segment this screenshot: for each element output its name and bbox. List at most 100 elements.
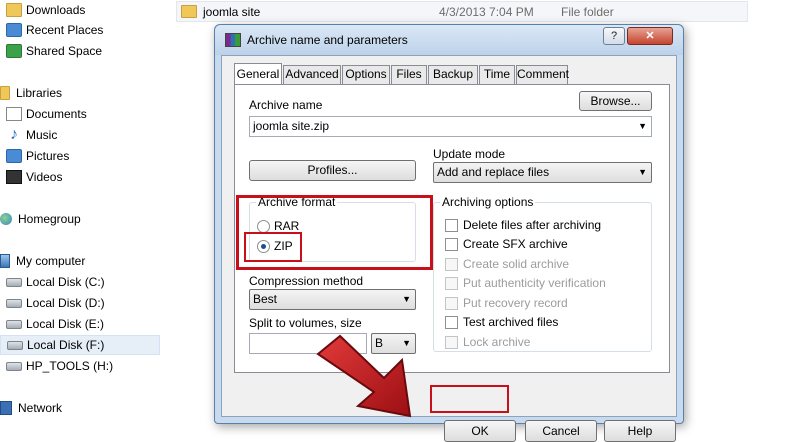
tab-time[interactable]: Time — [479, 65, 515, 84]
nav-item-local-disk-e[interactable]: Local Disk (E:) — [0, 314, 160, 334]
nav-item-label: Local Disk (E:) — [26, 317, 105, 331]
create-solid-label: Create solid archive — [463, 257, 570, 271]
lock-archive-label: Lock archive — [463, 335, 531, 349]
file-date: 4/3/2013 7:04 PM — [439, 4, 534, 19]
tab-backup[interactable]: Backup — [428, 65, 478, 84]
pointer-arrow-icon — [316, 334, 412, 418]
drive-icon — [6, 298, 22, 308]
downloads-folder-icon — [6, 3, 22, 17]
archive-name-value: joomla site.zip — [253, 119, 330, 133]
nav-item-recent-places[interactable]: Recent Places — [0, 20, 160, 40]
nav-item-label: Music — [26, 128, 58, 142]
folder-icon — [181, 5, 197, 18]
tab-advanced[interactable]: Advanced — [283, 65, 341, 84]
nav-item-label: Downloads — [26, 3, 86, 17]
split-volumes-label: Split to volumes, size — [249, 316, 362, 330]
create-solid-checkbox — [445, 258, 458, 271]
dialog-title: Archive name and parameters — [247, 33, 408, 47]
nav-item-label: Local Disk (D:) — [26, 296, 105, 310]
delete-files-label[interactable]: Delete files after archiving — [463, 218, 601, 232]
nav-item-local-disk-d[interactable]: Local Disk (D:) — [0, 293, 160, 313]
ok-highlight — [430, 385, 509, 413]
recovery-record-label: Put recovery record — [463, 296, 568, 310]
zip-highlight — [244, 232, 302, 262]
chevron-down-icon: ▼ — [638, 167, 647, 177]
nav-item-label: Recent Places — [26, 23, 104, 37]
drive-icon — [6, 319, 22, 329]
help-button[interactable]: Help — [604, 420, 676, 442]
nav-item-homegroup[interactable]: Homegroup — [0, 209, 160, 229]
nav-item-label: Local Disk (F:) — [27, 338, 105, 352]
file-name: joomla site — [203, 4, 261, 19]
pictures-icon — [6, 149, 22, 163]
dialog-titlebar[interactable]: Archive name and parameters ? ✕ — [215, 25, 683, 55]
nav-item-label: Local Disk (C:) — [26, 275, 105, 289]
archive-name-combo[interactable]: joomla site.zip ▼ — [249, 116, 652, 137]
nav-item-libraries[interactable]: Libraries — [0, 83, 160, 103]
shared-space-icon — [6, 44, 22, 58]
tab-comment[interactable]: Comment — [516, 65, 569, 84]
tab-general[interactable]: General — [234, 63, 282, 84]
nav-item-label: Libraries — [16, 86, 63, 100]
nav-item-label: HP_TOOLS (H:) — [26, 359, 114, 373]
compression-method-value: Best — [253, 292, 278, 306]
chevron-down-icon[interactable]: ▼ — [638, 117, 647, 136]
authenticity-label: Put authenticity verification — [463, 276, 606, 290]
compression-method-label: Compression method — [249, 274, 364, 288]
music-icon: ♪ — [10, 126, 18, 143]
update-mode-label: Update mode — [433, 147, 506, 161]
delete-files-checkbox[interactable] — [445, 219, 458, 232]
cancel-button[interactable]: Cancel — [525, 420, 597, 442]
network-icon — [0, 401, 12, 415]
test-archived-label[interactable]: Test archived files — [463, 315, 558, 329]
titlebar-help-button[interactable]: ? — [603, 27, 625, 45]
nav-item-hp-tools[interactable]: HP_TOOLS (H:) — [0, 356, 160, 376]
nav-item-label: Videos — [26, 170, 63, 184]
nav-item-label: Documents — [26, 107, 87, 121]
nav-item-network[interactable]: Network — [0, 398, 160, 418]
nav-item-label: Network — [18, 401, 63, 415]
nav-item-documents[interactable]: Documents — [0, 104, 160, 124]
winrar-icon — [225, 33, 241, 47]
nav-item-my-computer[interactable]: My computer — [0, 251, 160, 271]
navigation-pane: Downloads Recent Places Shared Space Lib… — [0, 0, 160, 430]
test-archived-checkbox[interactable] — [445, 316, 458, 329]
nav-item-shared-space[interactable]: Shared Space — [0, 41, 160, 61]
libraries-icon — [0, 86, 10, 100]
lock-archive-checkbox — [445, 336, 458, 349]
tab-options[interactable]: Options — [342, 65, 390, 84]
file-list-row[interactable]: joomla site 4/3/2013 7:04 PM File folder — [176, 1, 748, 22]
documents-icon — [6, 107, 22, 121]
nav-item-local-disk-f[interactable]: Local Disk (F:) — [0, 335, 160, 355]
compression-method-select[interactable]: Best ▼ — [249, 289, 416, 310]
nav-item-videos[interactable]: Videos — [0, 167, 160, 187]
archiving-options-title: Archiving options — [440, 195, 536, 209]
close-button[interactable]: ✕ — [627, 27, 673, 45]
archive-name-label: Archive name — [249, 98, 323, 112]
drive-icon — [6, 361, 22, 371]
drive-icon — [7, 340, 23, 350]
profiles-button[interactable]: Profiles... — [249, 160, 416, 181]
authenticity-checkbox — [445, 277, 458, 290]
create-sfx-label[interactable]: Create SFX archive — [463, 237, 568, 251]
tab-files[interactable]: Files — [391, 65, 427, 84]
update-mode-select[interactable]: Add and replace files ▼ — [433, 162, 652, 183]
file-type: File folder — [561, 4, 614, 19]
nav-item-label: Homegroup — [18, 212, 81, 226]
browse-button[interactable]: Browse... — [579, 91, 652, 111]
homegroup-icon — [0, 213, 12, 225]
update-mode-value: Add and replace files — [437, 165, 550, 179]
videos-icon — [6, 170, 22, 184]
recovery-record-checkbox — [445, 297, 458, 310]
nav-item-label: Shared Space — [26, 44, 103, 58]
nav-item-local-disk-c[interactable]: Local Disk (C:) — [0, 272, 160, 292]
nav-item-label: Pictures — [26, 149, 70, 163]
nav-item-downloads[interactable]: Downloads — [0, 0, 160, 20]
create-sfx-checkbox[interactable] — [445, 238, 458, 251]
ok-button[interactable]: OK — [444, 420, 516, 442]
nav-item-music[interactable]: ♪ Music — [0, 125, 160, 145]
nav-item-pictures[interactable]: Pictures — [0, 146, 160, 166]
computer-icon — [0, 254, 10, 268]
recent-places-icon — [6, 23, 22, 37]
chevron-down-icon: ▼ — [402, 294, 411, 304]
